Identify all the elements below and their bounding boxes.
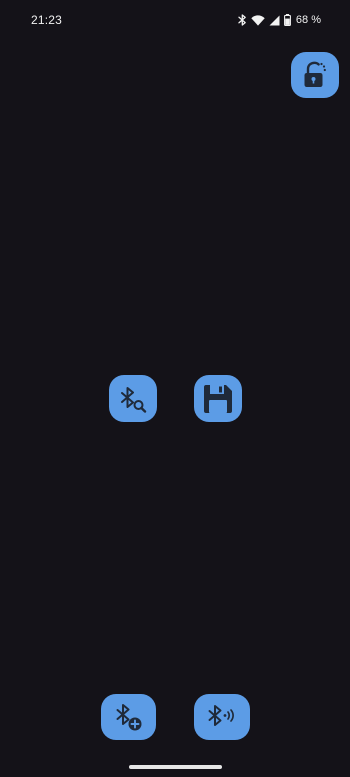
bluetooth-icon — [238, 14, 247, 26]
battery-percent: 68 % — [295, 14, 321, 26]
home-indicator[interactable] — [129, 765, 222, 769]
bluetooth-broadcast-icon — [206, 703, 238, 731]
battery-icon — [283, 14, 291, 26]
status-bar: 21:23 68 % — [0, 0, 350, 40]
save-icon — [202, 383, 234, 415]
cellular-signal-icon — [269, 15, 280, 26]
status-time: 21:23 — [31, 13, 63, 27]
bluetooth-search-icon — [118, 385, 148, 413]
lock-button[interactable] — [291, 52, 339, 98]
status-icons: 68 % — [238, 13, 321, 27]
wifi-icon — [251, 14, 265, 26]
save-button[interactable] — [194, 375, 242, 422]
bluetooth-add-button[interactable] — [101, 694, 156, 740]
bluetooth-search-button[interactable] — [109, 375, 157, 422]
bluetooth-add-icon — [114, 702, 144, 732]
bluetooth-broadcast-button[interactable] — [194, 694, 250, 740]
lock-open-icon — [302, 61, 328, 89]
